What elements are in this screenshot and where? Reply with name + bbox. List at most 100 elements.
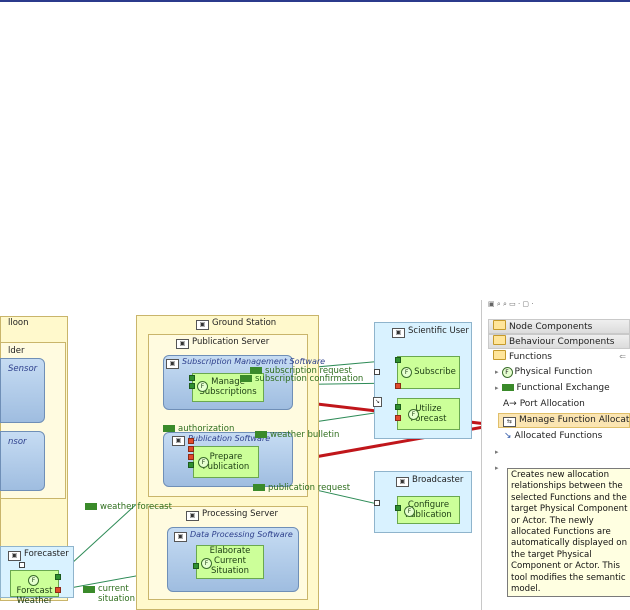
component-icon: ▣ bbox=[174, 532, 187, 542]
port-subscribe-2[interactable] bbox=[395, 383, 401, 389]
processing-server-label: ▣ Processing Server bbox=[186, 509, 278, 521]
exchange-icon bbox=[253, 484, 265, 491]
elaborate-text: Elaborate Current Situation bbox=[209, 546, 251, 576]
port-prepare-3[interactable] bbox=[188, 454, 194, 460]
holder-label: lder bbox=[8, 346, 25, 356]
function-icon: F bbox=[401, 367, 413, 378]
port-elaborate-in[interactable] bbox=[193, 563, 199, 569]
allocation-tool-icon: ↘ bbox=[373, 397, 382, 407]
exchange-current-situation[interactable]: current situation bbox=[83, 584, 135, 604]
exchange-icon bbox=[501, 384, 514, 391]
palette-toolbar[interactable]: ▣ ⌕ ⌕ ▭ · ▢ · bbox=[488, 300, 533, 310]
item-label: Allocated Functions bbox=[514, 431, 603, 441]
ground-station-label: ▣ Ground Station bbox=[196, 318, 276, 330]
function-icon: F bbox=[197, 381, 208, 392]
scientific-tool-handle-1[interactable] bbox=[374, 369, 380, 375]
exchange-authorization[interactable]: authorization bbox=[163, 424, 234, 434]
broadcaster-text: Broadcaster bbox=[412, 475, 464, 485]
function-forecast-weather[interactable]: FForecast Weather bbox=[10, 570, 59, 606]
scientific-user-text: Scientific User bbox=[408, 326, 469, 336]
exchange-weather-forecast[interactable]: weather forecast bbox=[85, 502, 172, 512]
exchange-subscription-confirmation[interactable]: subscription confirmation bbox=[240, 374, 363, 384]
palette-group-behaviour-components[interactable]: Behaviour Components bbox=[488, 334, 630, 349]
broadcaster-label: ▣ Broadcaster bbox=[396, 475, 463, 487]
publication-request-text: publication request bbox=[268, 483, 351, 493]
exchange-icon bbox=[85, 503, 97, 510]
authorization-text: authorization bbox=[178, 424, 235, 434]
folder-icon bbox=[493, 350, 506, 360]
palette-item-port-allocation[interactable]: A→ Port Allocation bbox=[503, 398, 585, 411]
port-prepare-2[interactable] bbox=[188, 446, 194, 452]
scientific-user-label: ▣ Scientific User bbox=[392, 326, 469, 338]
palette-expand-arrow-2[interactable]: ▸ bbox=[495, 462, 502, 475]
publication-server-text: Publication Server bbox=[192, 337, 270, 347]
actor-icon: ▣ bbox=[396, 477, 409, 487]
forecast-weather-text: Forecast Weather bbox=[16, 586, 53, 606]
port-utilize-1[interactable] bbox=[395, 404, 401, 410]
function-elaborate-current-situation[interactable]: F Elaborate Current Situation bbox=[196, 545, 264, 579]
palette-expand-arrow-1[interactable]: ▸ bbox=[495, 446, 502, 459]
processing-server-text: Processing Server bbox=[202, 509, 278, 519]
port-forecast-out-2[interactable] bbox=[55, 587, 61, 593]
sensor-label-2: nsor bbox=[8, 437, 27, 447]
forecaster-label: ▣ Forecaster bbox=[8, 549, 69, 561]
broadcaster-tool-handle[interactable] bbox=[374, 500, 380, 506]
scientific-tool-label: ↘ bbox=[373, 396, 385, 407]
function-icon: F bbox=[28, 575, 39, 586]
actor-icon: ▣ bbox=[8, 551, 21, 561]
exchange-publication-request[interactable]: publication request bbox=[253, 483, 350, 493]
balloon-label: lloon bbox=[8, 318, 29, 328]
port-prepare-1[interactable] bbox=[188, 438, 194, 444]
exchange-weather-bulletin[interactable]: weather bulletin bbox=[255, 430, 339, 440]
function-icon: F bbox=[408, 409, 419, 420]
forecaster-text: Forecaster bbox=[24, 549, 69, 559]
folder-icon bbox=[493, 335, 506, 345]
folder-icon bbox=[493, 320, 506, 330]
publication-server-label: ▣ Publication Server bbox=[176, 337, 269, 349]
expand-icon[interactable]: ▸ bbox=[495, 464, 499, 472]
function-icon: F bbox=[501, 367, 513, 378]
palette-group-node-components[interactable]: Node Components bbox=[488, 319, 630, 334]
port-manage-2[interactable] bbox=[189, 383, 195, 389]
expand-icon[interactable]: ▸ bbox=[495, 448, 499, 456]
function-prepare-publication[interactable]: F Prepare Publication bbox=[193, 446, 259, 478]
port-configure-1[interactable] bbox=[395, 505, 401, 511]
allocation-tool-icon: ⇆ bbox=[503, 417, 516, 427]
forecaster-tool-handle[interactable] bbox=[19, 562, 25, 568]
subscribe-text: Subscribe bbox=[414, 367, 456, 377]
palette-item-physical-function[interactable]: ▸ F Physical Function bbox=[495, 366, 592, 379]
group-label: Node Components bbox=[509, 322, 593, 332]
palette-group-functions[interactable]: Functions ⇐ bbox=[488, 349, 630, 364]
port-forecast-out-1[interactable] bbox=[55, 574, 61, 580]
exchange-icon bbox=[163, 425, 175, 432]
component-icon: ▣ bbox=[172, 436, 185, 446]
collapse-icon[interactable]: ⇐ bbox=[619, 350, 626, 363]
function-utilize-forecast[interactable]: F Utilize Forecast bbox=[397, 398, 460, 430]
exchange-icon bbox=[250, 367, 262, 374]
item-label: Physical Function bbox=[514, 367, 593, 377]
allocated-functions-icon: ↘ bbox=[504, 431, 512, 441]
function-icon: F bbox=[404, 506, 415, 517]
port-utilize-2[interactable] bbox=[395, 415, 401, 421]
node-icon: ▣ bbox=[176, 339, 189, 349]
current-situation-text: current situation bbox=[98, 584, 136, 604]
expand-icon[interactable]: ▸ bbox=[495, 384, 499, 392]
palette-item-allocated-functions[interactable]: ↘ Allocated Functions bbox=[504, 430, 602, 443]
palette-item-manage-function-allocation[interactable]: ⇆Manage Function Allocation bbox=[498, 413, 630, 428]
port-prepare-4[interactable] bbox=[188, 462, 194, 468]
palette-item-functional-exchange[interactable]: ▸ Functional Exchange bbox=[495, 382, 610, 395]
function-icon: F bbox=[201, 558, 212, 569]
function-subscribe[interactable]: F Subscribe bbox=[397, 356, 460, 389]
data-processing-sw-text: Data Processing Software bbox=[190, 530, 293, 539]
ground-station-text: Ground Station bbox=[212, 318, 277, 328]
weather-bulletin-text: weather bulletin bbox=[270, 430, 340, 440]
prepare-publication-text: Prepare Publication bbox=[202, 452, 250, 472]
function-configure-publication[interactable]: F Configure Publication bbox=[397, 496, 460, 524]
port-manage-1[interactable] bbox=[189, 375, 195, 381]
group-label: Behaviour Components bbox=[509, 337, 615, 347]
port-subscribe-1[interactable] bbox=[395, 357, 401, 363]
exchange-icon bbox=[255, 431, 267, 438]
group-label: Functions bbox=[509, 352, 552, 362]
item-label: Manage Function Allocation bbox=[519, 415, 630, 425]
expand-icon[interactable]: ▸ bbox=[495, 368, 499, 376]
